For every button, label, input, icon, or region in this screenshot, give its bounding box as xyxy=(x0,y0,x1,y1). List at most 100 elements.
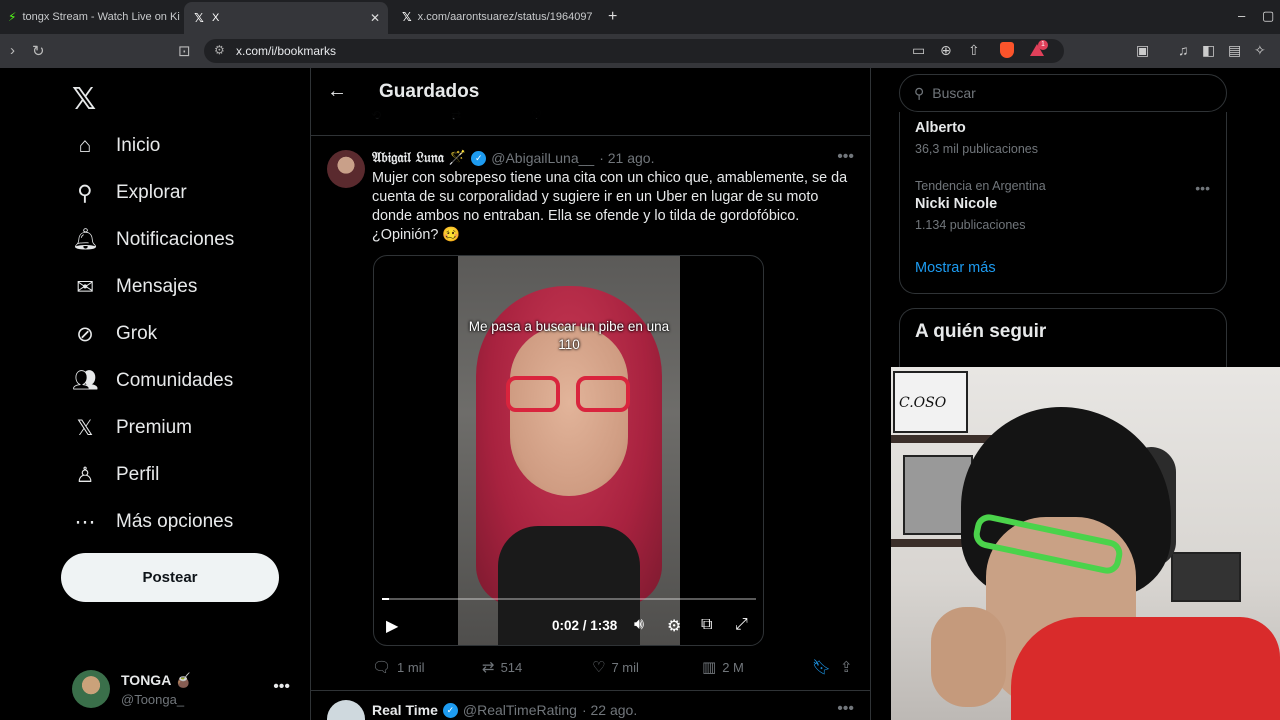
video-subject-glasses xyxy=(506,376,560,412)
avatar[interactable] xyxy=(327,700,365,720)
post-button[interactable]: Postear xyxy=(61,553,279,602)
new-tab-button[interactable]: + xyxy=(608,8,617,26)
share-icon[interactable]: ⇧ xyxy=(968,42,980,59)
trend-post-count: 1.134 publicaciones xyxy=(915,218,1026,232)
avatar[interactable] xyxy=(327,150,365,188)
verified-badge-icon: ✓ xyxy=(442,702,458,718)
pip-icon[interactable]: ⧉ xyxy=(701,616,712,634)
repost-button[interactable]: ⇄ 514 xyxy=(482,658,522,676)
volume-icon[interactable]: 🔊︎ xyxy=(634,616,644,634)
more-icon[interactable]: ••• xyxy=(837,148,854,166)
like-count: 7 mil xyxy=(611,659,639,675)
sidebar-item-comunidades[interactable]: 👥︎ Comunidades xyxy=(72,361,233,401)
bookmark-filled-icon[interactable]: 🔖︎ xyxy=(812,658,831,676)
bookmark-icon[interactable]: ⊡ xyxy=(178,42,191,60)
play-icon[interactable]: ▶ xyxy=(386,616,398,636)
person-icon: ♙ xyxy=(75,463,95,487)
tweet-time[interactable]: · 21 ago. xyxy=(599,150,654,166)
tab-kick-stream[interactable]: ⚡︎ tongx Stream - Watch Live on Kic xyxy=(0,3,180,31)
left-sidebar: 𝕏 ⌂ Inicio ⚲ Explorar 🔔︎ Notificaciones … xyxy=(0,68,310,720)
back-arrow-icon[interactable]: ← xyxy=(327,80,347,103)
fullscreen-icon[interactable]: ⤢ xyxy=(735,616,748,634)
more-icon[interactable]: ••• xyxy=(1195,180,1210,196)
video-progress-bar[interactable] xyxy=(382,598,756,600)
tweet-text: Mujer con sobrepeso tiene una cita con u… xyxy=(372,170,848,243)
sidebar-item-inicio[interactable]: ⌂ Inicio xyxy=(72,126,161,166)
video-progress-fill xyxy=(382,598,390,600)
show-more-link[interactable]: Mostrar más xyxy=(915,260,996,276)
grok-icon: ⊘ xyxy=(76,322,94,346)
zoom-icon[interactable]: ⊕ xyxy=(940,42,952,59)
trend-post-count: 36,3 mil publicaciones xyxy=(915,142,1038,156)
sidebar-item-perfil[interactable]: ♙ Perfil xyxy=(72,455,160,495)
sidebar-item-notificaciones[interactable]: 🔔︎ Notificaciones xyxy=(72,220,234,260)
tab-x-status[interactable]: 𝕏 x.com/aarontsuarez/status/1964097 xyxy=(394,3,598,31)
trends-panel: Alberto 36,3 mil publicaciones Tendencia… xyxy=(899,112,1227,294)
tweet-header: Real Time ✓ @RealTimeRating · 22 ago. xyxy=(372,702,637,718)
sidebar-item-mensajes[interactable]: ✉ Mensajes xyxy=(72,267,197,307)
tweet-author-handle[interactable]: @RealTimeRating xyxy=(463,702,577,718)
reply-count: 1 mil xyxy=(397,659,425,675)
divider xyxy=(311,135,870,136)
brave-shields-icon[interactable] xyxy=(1000,42,1014,58)
reply-icon: 🗨︎ xyxy=(372,659,392,676)
address-toolbar: › ↻ ⊡ ⚙︎ x.com/i/bookmarks ▭ ⊕ ⇧ ▣ ♫ ◧ ▤… xyxy=(0,34,1280,68)
more-icon[interactable]: ••• xyxy=(273,678,290,696)
wallet-icon[interactable]: ▤ xyxy=(1228,42,1241,59)
forward-icon[interactable]: › xyxy=(10,42,15,59)
cast-icon[interactable]: ▭ xyxy=(912,42,925,59)
media-icon[interactable]: ♫ xyxy=(1178,42,1189,58)
settings-gear-icon[interactable]: ⚙︎ xyxy=(667,616,681,636)
minimize-icon[interactable]: – xyxy=(1238,8,1245,23)
video-player[interactable]: Me pasa a buscar un pibe en una 110 ▶ 0:… xyxy=(373,255,764,646)
tweet-author-name[interactable]: 𝔄𝔟𝔦𝔤𝔞𝔦𝔩 𝔏𝔲𝔫𝔞 🪄 xyxy=(372,150,466,166)
tab-title: tongx Stream - Watch Live on Kic xyxy=(22,11,180,23)
sidebar-item-grok[interactable]: ⊘ Grok xyxy=(72,314,157,354)
video-frame[interactable]: Me pasa a buscar un pibe en una 110 xyxy=(458,256,680,645)
sidebar-item-explorar[interactable]: ⚲ Explorar xyxy=(72,173,187,213)
x-icon: 𝕏 xyxy=(402,10,412,24)
trend-context: Tendencia en Argentina xyxy=(915,179,1046,193)
site-settings-icon[interactable]: ⚙︎ xyxy=(214,43,225,57)
url-bar[interactable]: ⚙︎ x.com/i/bookmarks xyxy=(204,39,1064,63)
main-column: ⟲ ⇄ ♡ ← Guardados 𝔄𝔟𝔦𝔤𝔞𝔦𝔩 𝔏𝔲𝔫𝔞 🪄 ✓ @Abig… xyxy=(310,68,871,720)
tweet-time[interactable]: · 22 ago. xyxy=(582,702,637,718)
search-icon: ⚲ xyxy=(77,181,93,205)
leo-ai-icon[interactable]: ✧ xyxy=(1254,42,1266,59)
sidebar-item-label: Perfil xyxy=(116,464,160,485)
views-button[interactable]: ▥ 2 M xyxy=(702,658,744,676)
tab-title: x.com/aarontsuarez/status/1964097 xyxy=(417,11,593,23)
like-button[interactable]: ♡ 7 mil xyxy=(592,658,639,676)
reply-button[interactable]: 🗨︎ 1 mil xyxy=(372,658,425,676)
x-icon: 𝕏 xyxy=(194,11,204,25)
sidebar-item-mas-opciones[interactable]: ⋯ Más opciones xyxy=(72,502,234,542)
views-count: 2 M xyxy=(722,659,744,675)
sidebar-item-label: Notificaciones xyxy=(116,229,235,250)
tweet-author-name[interactable]: Real Time xyxy=(372,702,438,718)
bell-icon: 🔔︎ xyxy=(72,228,99,251)
x-logo-icon[interactable]: 𝕏 xyxy=(72,82,96,117)
trend-name[interactable]: Alberto xyxy=(915,120,966,136)
sidebar-item-label: Explorar xyxy=(116,182,187,203)
tab-search-icon[interactable]: ▣ xyxy=(1136,42,1149,59)
who-to-follow-title: A quién seguir xyxy=(915,321,1047,342)
sidebar-item-label: Mensajes xyxy=(116,276,198,297)
search-placeholder: Buscar xyxy=(932,85,976,101)
sidebar-toggle-icon[interactable]: ◧ xyxy=(1202,42,1215,59)
search-input[interactable]: ⚲ Buscar xyxy=(899,74,1227,112)
reload-icon[interactable]: ↻ xyxy=(32,42,45,60)
account-switcher[interactable]: TONGA 🧉 @Toonga_ ••• xyxy=(72,670,294,710)
more-circle-icon: ⋯ xyxy=(74,510,96,534)
streamer-hand xyxy=(931,607,1006,707)
wall-sign-text: C.OSO xyxy=(899,395,947,411)
sidebar-item-premium[interactable]: 𝕏 Premium xyxy=(72,408,192,448)
share-icon[interactable]: ⇪ xyxy=(840,658,853,676)
trend-name[interactable]: Nicki Nicole xyxy=(915,196,997,212)
close-tab-icon[interactable]: ✕ xyxy=(370,11,380,25)
tab-x-active[interactable]: 𝕏 X ✕ xyxy=(184,2,388,34)
tweet-author-handle[interactable]: @AbigailLuna__ xyxy=(491,150,594,166)
browser-tab-bar: ⚡︎ tongx Stream - Watch Live on Kic 𝕏 X … xyxy=(0,0,1280,34)
maximize-icon[interactable]: ▢ xyxy=(1262,8,1274,24)
views-chart-icon: ▥ xyxy=(702,659,717,676)
more-icon[interactable]: ••• xyxy=(837,700,854,718)
